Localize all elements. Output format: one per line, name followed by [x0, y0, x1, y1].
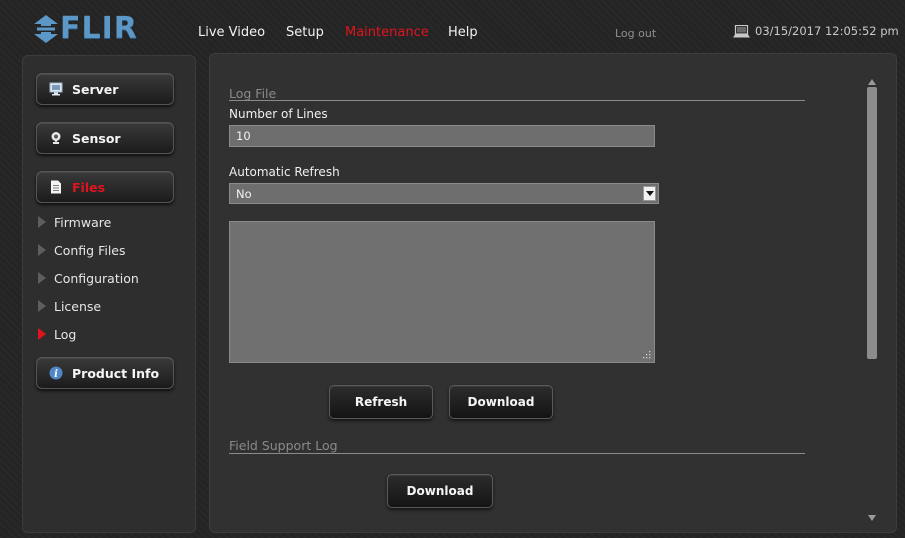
datetime-display: 03/15/2017 12:05:52 pm [733, 24, 899, 38]
sidebar-item-firmware[interactable]: Firmware [38, 213, 111, 231]
sidebar-button-product-info[interactable]: i Product Info [36, 357, 174, 389]
sidebar-item-config-files[interactable]: Config Files [38, 241, 126, 259]
sidebar-item-license[interactable]: License [38, 297, 101, 315]
scroll-down-arrow-icon[interactable] [868, 515, 876, 521]
monitor-icon [49, 82, 63, 96]
datetime-text: 03/15/2017 12:05:52 pm [755, 24, 899, 38]
triangle-right-icon [38, 328, 46, 340]
field-support-log-section-title: Field Support Log [229, 438, 338, 453]
sidebar: Server Sensor Files Firmware Config File… [22, 55, 196, 533]
sidebar-button-sensor[interactable]: Sensor [36, 122, 174, 154]
section-divider [229, 100, 805, 101]
number-of-lines-input[interactable]: 10 [229, 125, 655, 147]
sidebar-item-label: License [54, 298, 102, 314]
scrollbar-thumb[interactable] [867, 87, 877, 359]
automatic-refresh-label: Automatic Refresh [229, 165, 340, 179]
sidebar-button-files[interactable]: Files [36, 171, 174, 203]
sidebar-button-files-label: Files [72, 179, 106, 195]
triangle-right-icon [38, 272, 46, 284]
sidebar-item-configuration[interactable]: Configuration [38, 269, 139, 287]
sidebar-item-label: Configuration [54, 270, 139, 286]
scroll-up-arrow-icon[interactable] [868, 79, 876, 85]
refresh-button[interactable]: Refresh [329, 385, 433, 419]
flir-logo[interactable]: FLIR [34, 14, 138, 44]
nav-setup[interactable]: Setup [286, 25, 324, 40]
download-field-support-log-button[interactable]: Download [387, 474, 493, 508]
document-icon [49, 180, 63, 194]
svg-text:i: i [54, 369, 58, 380]
logo-text: FLIR [60, 11, 138, 46]
webcam-icon [49, 131, 63, 145]
sidebar-button-server[interactable]: Server [36, 73, 174, 105]
sidebar-button-product-info-label: Product Info [72, 365, 160, 381]
info-icon: i [49, 366, 63, 380]
section-divider [229, 453, 805, 454]
log-output-textarea[interactable] [229, 221, 655, 363]
laptop-icon [733, 24, 750, 37]
vertical-scrollbar[interactable] [864, 79, 880, 521]
sidebar-item-label: Firmware [54, 214, 112, 230]
triangle-right-icon [38, 216, 46, 228]
automatic-refresh-select[interactable]: No [229, 183, 659, 204]
nav-maintenance[interactable]: Maintenance [345, 25, 429, 40]
nav-live-video[interactable]: Live Video [198, 25, 265, 40]
chevron-down-icon[interactable] [643, 186, 656, 201]
sidebar-item-label: Log [54, 326, 77, 342]
sidebar-button-sensor-label: Sensor [72, 130, 121, 146]
triangle-right-icon [38, 244, 46, 256]
number-of-lines-label: Number of Lines [229, 107, 328, 121]
sidebar-button-server-label: Server [72, 81, 119, 97]
flir-logo-icon [34, 15, 58, 43]
triangle-right-icon [38, 300, 46, 312]
top-header: FLIR Live Video Setup Maintenance Help L… [0, 0, 905, 60]
nav-help[interactable]: Help [448, 25, 478, 40]
log-file-section-title: Log File [229, 86, 277, 101]
logout-link[interactable]: Log out [615, 27, 656, 40]
sidebar-item-label: Config Files [54, 242, 126, 258]
download-log-button[interactable]: Download [449, 385, 553, 419]
automatic-refresh-value: No [236, 187, 252, 201]
main-content-panel: Log File Number of Lines 10 Automatic Re… [209, 53, 897, 533]
resize-grip-icon[interactable] [643, 351, 651, 359]
sidebar-item-log[interactable]: Log [38, 325, 76, 343]
